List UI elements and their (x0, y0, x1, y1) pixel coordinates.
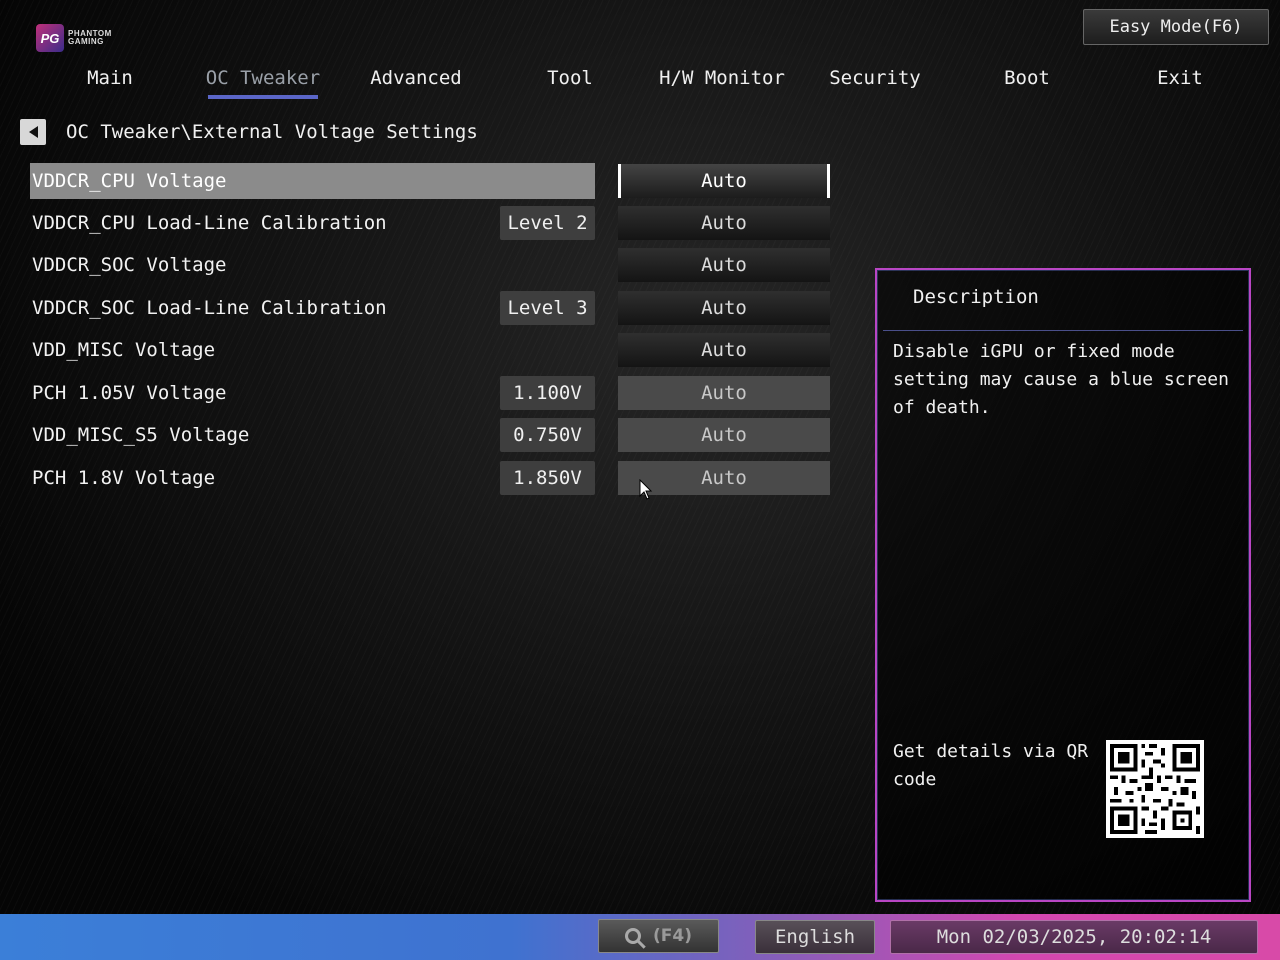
brand-logo: PG PHANTOM GAMING (36, 22, 136, 54)
breadcrumb: OC Tweaker\External Voltage Settings (20, 118, 478, 146)
main-nav: Main OC Tweaker Advanced Tool H/W Monito… (34, 60, 1264, 102)
setting-option-button[interactable]: Auto (618, 291, 830, 325)
setting-label[interactable]: VDDCR_CPU Voltage (30, 163, 595, 199)
setting-current-value: 1.100V (500, 376, 595, 410)
search-shortcut-label: (F4) (653, 926, 692, 946)
setting-current-value: 1.850V (500, 461, 595, 495)
language-button[interactable]: English (755, 920, 875, 954)
setting-row-pch-18v-voltage[interactable]: PCH 1.8V Voltage 1.850V Auto (30, 460, 830, 496)
tab-boot[interactable]: Boot (957, 60, 1097, 96)
setting-row-vddcr-cpu-voltage[interactable]: VDDCR_CPU Voltage Auto (30, 163, 830, 199)
setting-current-value: 0.750V (500, 418, 595, 452)
logo-text-line2: GAMING (68, 37, 104, 46)
setting-label[interactable]: VDD_MISC Voltage (30, 332, 595, 368)
tab-advanced[interactable]: Advanced (346, 60, 486, 96)
setting-option-button[interactable]: Auto (618, 164, 830, 198)
description-title: Description (913, 286, 1039, 308)
setting-option-button[interactable]: Auto (618, 418, 830, 452)
easy-mode-button[interactable]: Easy Mode(F6) (1083, 9, 1269, 45)
datetime-display: Mon 02/03/2025, 20:02:14 (890, 920, 1258, 954)
breadcrumb-path: OC Tweaker\External Voltage Settings (66, 121, 478, 143)
search-icon (625, 928, 641, 944)
search-button[interactable]: (F4) (598, 919, 719, 953)
description-text: Disable iGPU or fixed mode setting may c… (893, 341, 1229, 418)
setting-row-vdd-misc-voltage[interactable]: VDD_MISC Voltage Auto (30, 332, 830, 368)
setting-option-button[interactable]: Auto (618, 333, 830, 367)
setting-option-button[interactable]: Auto (618, 206, 830, 240)
tab-hw-monitor[interactable]: H/W Monitor (652, 60, 792, 96)
setting-row-vddcr-soc-llc[interactable]: VDDCR_SOC Load-Line Calibration Level 3 … (30, 290, 830, 326)
setting-row-vdd-misc-s5-voltage[interactable]: VDD_MISC_S5 Voltage 0.750V Auto (30, 417, 830, 453)
tab-oc-tweaker[interactable]: OC Tweaker (193, 60, 333, 99)
tab-tool[interactable]: Tool (500, 60, 640, 96)
qr-code-icon (1106, 740, 1204, 838)
setting-row-vddcr-soc-voltage[interactable]: VDDCR_SOC Voltage Auto (30, 247, 830, 283)
description-divider (883, 330, 1243, 331)
setting-row-pch-105v-voltage[interactable]: PCH 1.05V Voltage 1.100V Auto (30, 375, 830, 411)
mouse-pointer-icon (639, 478, 653, 505)
setting-option-button[interactable]: Auto (618, 376, 830, 410)
logo-wordmark: PHANTOM GAMING (68, 30, 112, 46)
tab-main[interactable]: Main (40, 60, 180, 96)
setting-row-vddcr-cpu-llc[interactable]: VDDCR_CPU Load-Line Calibration Level 2 … (30, 205, 830, 241)
tab-exit[interactable]: Exit (1110, 60, 1250, 96)
setting-current-value: Level 2 (500, 206, 595, 240)
description-panel: Description Disable iGPU or fixed mode s… (875, 268, 1251, 902)
setting-current-value: Level 3 (500, 291, 595, 325)
phantom-gaming-logo-icon: PG (36, 24, 64, 52)
setting-label[interactable]: VDDCR_SOC Voltage (30, 247, 595, 283)
setting-option-button[interactable]: Auto (618, 248, 830, 282)
tab-security[interactable]: Security (805, 60, 945, 96)
status-bar: (F4) English Mon 02/03/2025, 20:02:14 (0, 914, 1280, 960)
qr-caption: Get details via QR code (893, 741, 1089, 790)
back-arrow-icon[interactable] (20, 119, 46, 145)
